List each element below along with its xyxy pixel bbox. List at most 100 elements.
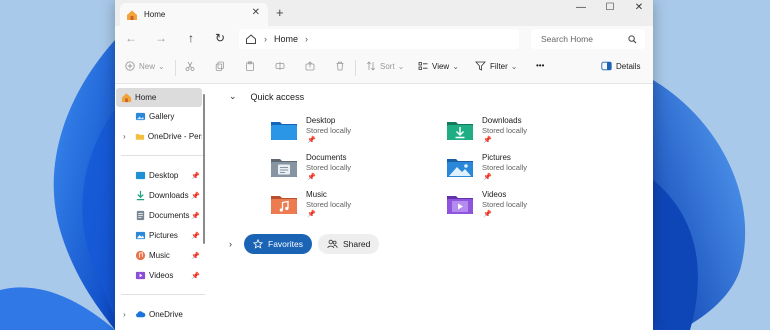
new-button[interactable]: New ⌄ — [125, 61, 165, 71]
address-row: ← → ↑ ↻ › Home › Search Home — [115, 26, 653, 52]
folder-name: Pictures — [482, 153, 511, 162]
pin-icon: 📌 — [191, 172, 200, 180]
sidebar-item-desktop[interactable]: Desktop 📌 — [116, 166, 202, 185]
filter-dropdown-icon: ⌄ — [510, 61, 518, 71]
folder-location: Stored locally — [306, 163, 352, 172]
breadcrumb-chevron[interactable]: › — [264, 34, 267, 44]
navigation-pane: Home Gallery › OneDrive - Perso Desktop … — [115, 84, 207, 330]
people-icon — [327, 239, 338, 249]
copy-button[interactable] — [215, 61, 229, 71]
details-label: Details — [616, 61, 641, 71]
breadcrumb-home[interactable]: Home — [274, 34, 298, 44]
delete-button[interactable] — [335, 61, 349, 71]
shared-tab[interactable]: Shared — [317, 234, 380, 254]
search-icon — [628, 34, 637, 43]
refresh-button[interactable]: ↻ — [212, 31, 228, 45]
quick-access-header[interactable]: ⌄ Quick access — [229, 91, 304, 102]
sidebar-divider — [121, 294, 205, 295]
favorites-label: Favorites — [268, 239, 303, 249]
content-pane: ⌄ Quick access Desktop Stored locally 📌 … — [211, 84, 653, 330]
rename-button[interactable] — [275, 61, 289, 71]
more-options-button[interactable]: ••• — [536, 61, 544, 70]
search-box[interactable]: Search Home — [531, 29, 645, 49]
star-icon — [253, 239, 263, 249]
folder-tile-downloads[interactable]: Downloads Stored locally 📌 — [446, 116, 616, 150]
sidebar-item-gallery[interactable]: Gallery — [116, 107, 202, 126]
folder-location: Stored locally — [306, 200, 352, 209]
cut-button[interactable] — [185, 61, 199, 71]
home-outline-icon — [246, 34, 256, 44]
folder-tile-documents[interactable]: Documents Stored locally 📌 — [270, 153, 440, 187]
toolbar-divider — [175, 60, 176, 76]
toolbar-divider — [355, 60, 356, 76]
sidebar-item-onedrive-personal[interactable]: › OneDrive - Perso — [116, 127, 202, 146]
tag-filter-row: › Favorites Shared — [229, 234, 380, 254]
minimize-button[interactable]: — — [571, 2, 591, 13]
collapse-chevron-icon[interactable]: ⌄ — [229, 91, 237, 102]
sidebar-item-videos[interactable]: Videos 📌 — [116, 266, 202, 285]
folder-name: Desktop — [306, 116, 336, 125]
pin-icon: 📌 — [191, 252, 200, 260]
filter-button[interactable]: Filter ⌄ — [475, 61, 517, 71]
sidebar-item-music[interactable]: Music 📌 — [116, 246, 202, 265]
folder-tile-pictures[interactable]: Pictures Stored locally 📌 — [446, 153, 616, 187]
folder-tile-music[interactable]: Music Stored locally 📌 — [270, 190, 440, 224]
cloud-icon — [136, 311, 146, 318]
expand-chevron-icon[interactable]: › — [229, 239, 232, 249]
close-button[interactable]: ✕ — [629, 2, 649, 13]
address-bar[interactable]: › Home › — [239, 29, 519, 49]
expand-chevron-icon[interactable]: › — [123, 132, 126, 141]
sidebar-item-label: Documents — [149, 211, 190, 220]
back-button[interactable]: ← — [123, 31, 139, 45]
pin-icon: 📌 — [191, 272, 200, 280]
folder-tile-videos[interactable]: Videos Stored locally 📌 — [446, 190, 616, 224]
sidebar-item-documents[interactable]: Documents 📌 — [116, 206, 202, 225]
view-button[interactable]: View ⌄ — [418, 61, 459, 71]
folder-icon — [135, 134, 145, 140]
shared-label: Shared — [342, 239, 371, 249]
pin-icon: 📌 — [307, 211, 316, 218]
view-dropdown-icon: ⌄ — [452, 61, 459, 71]
favorites-tab[interactable]: Favorites — [244, 234, 312, 254]
tab-close-icon[interactable]: ✕ — [252, 7, 260, 18]
sidebar-item-downloads[interactable]: Downloads 📌 — [116, 186, 202, 205]
sidebar-scrollbar[interactable] — [203, 94, 205, 244]
filter-icon — [475, 61, 486, 71]
music-icon — [135, 250, 146, 261]
sidebar-item-label: Pictures — [149, 231, 178, 240]
sidebar-divider — [121, 155, 205, 156]
sidebar-item-label: Desktop — [149, 171, 179, 180]
sidebar-item-onedrive[interactable]: › OneDrive — [116, 305, 202, 324]
command-bar: New ⌄ Sort ⌄ View ⌄ Filter ⌄ ••• Details — [115, 52, 653, 84]
download-icon — [136, 190, 145, 201]
view-label: View — [432, 61, 450, 71]
share-icon — [305, 61, 315, 71]
desktop-icon — [135, 171, 146, 180]
tab-title: Home — [144, 10, 166, 19]
downloads-folder-icon — [447, 122, 473, 140]
pin-icon: 📌 — [307, 174, 316, 181]
details-button[interactable]: Details — [601, 61, 640, 71]
desktop-folder-icon — [271, 122, 297, 140]
sidebar-item-home[interactable]: Home — [116, 88, 202, 107]
forward-button[interactable]: → — [153, 31, 169, 45]
up-button[interactable]: ↑ — [183, 31, 199, 45]
sidebar-item-label: OneDrive - Perso — [147, 132, 202, 141]
paste-button[interactable] — [245, 61, 259, 71]
share-button[interactable] — [305, 61, 319, 71]
pin-icon: 📌 — [191, 192, 200, 200]
breadcrumb-trail-chevron[interactable]: › — [305, 34, 308, 44]
pin-icon: 📌 — [191, 232, 200, 240]
music-folder-icon — [271, 196, 297, 214]
sidebar-item-pictures[interactable]: Pictures 📌 — [116, 226, 202, 245]
tab-home[interactable]: Home ✕ — [120, 3, 268, 26]
folder-tile-desktop[interactable]: Desktop Stored locally 📌 — [270, 116, 440, 150]
document-icon — [136, 210, 145, 221]
paste-icon — [246, 61, 254, 71]
sort-label: Sort — [380, 61, 395, 71]
maximize-button[interactable]: ☐ — [600, 2, 620, 13]
sidebar-item-label: Music — [149, 251, 170, 260]
expand-chevron-icon[interactable]: › — [123, 310, 126, 319]
new-tab-button[interactable]: + — [276, 5, 284, 20]
sort-button[interactable]: Sort ⌄ — [366, 61, 404, 71]
